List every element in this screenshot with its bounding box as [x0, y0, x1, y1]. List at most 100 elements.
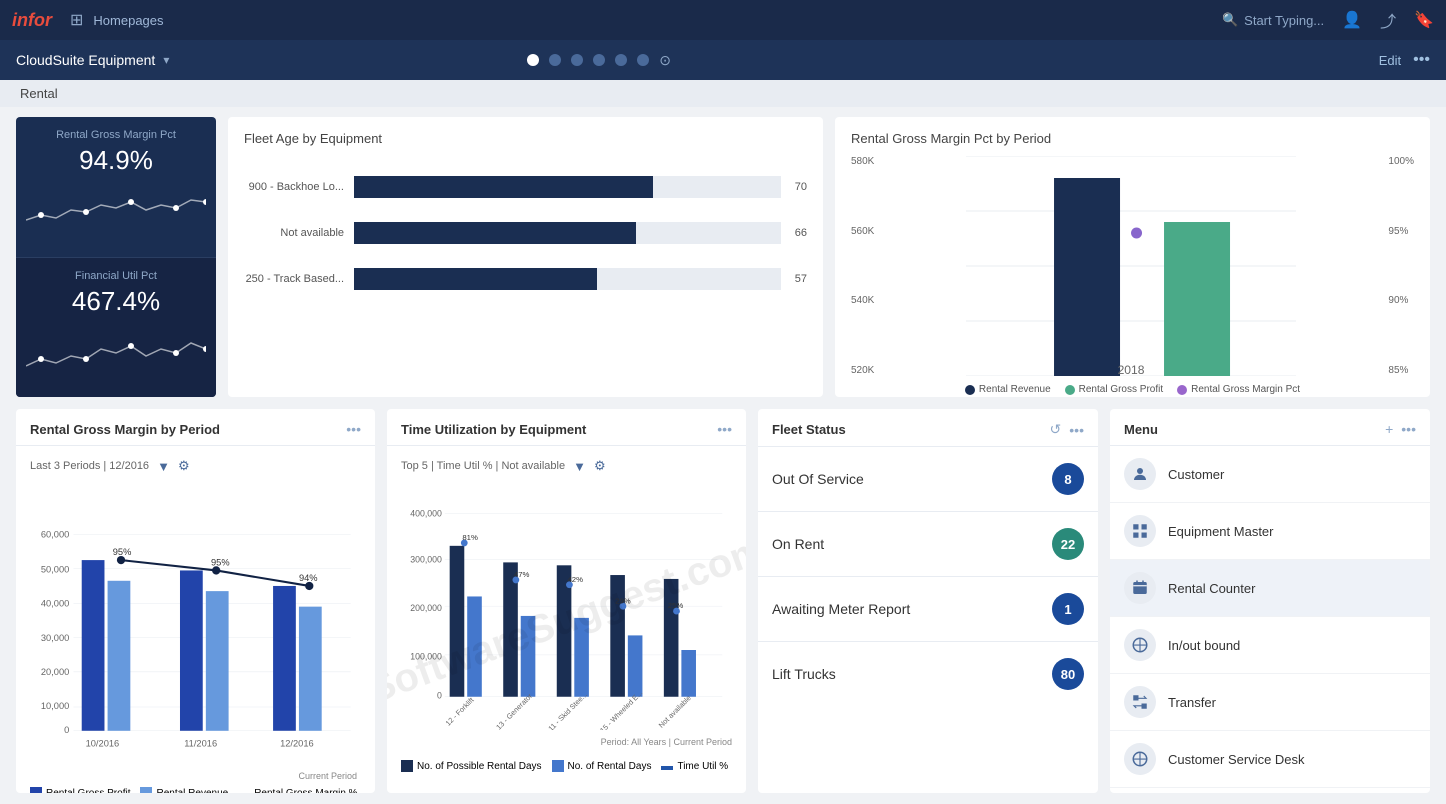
page-dot-4[interactable]	[593, 54, 605, 66]
fleet-status-label-0: Out Of Service	[772, 471, 1052, 487]
section-label: Rental	[0, 80, 1446, 107]
filter-icon[interactable]: ▼	[157, 459, 170, 474]
rgmbp-filter-bar: Last 3 Periods | 12/2016 ▼ ⚙	[30, 454, 361, 482]
svg-text:10,000: 10,000	[41, 701, 69, 711]
bar-inner-1	[354, 222, 636, 244]
search-placeholder: Start Typing...	[1244, 13, 1324, 28]
fleet-age-widget: Fleet Age by Equipment 900 - Backhoe Lo.…	[228, 117, 823, 397]
rgmbp-legend-0: Rental Gross Profit	[30, 787, 130, 793]
legend-dot-2	[1177, 385, 1187, 395]
menu-list: Customer Equipment Master	[1110, 446, 1430, 793]
search-area[interactable]: 🔍 Start Typing...	[1222, 12, 1324, 28]
bar-value-2: 57	[795, 273, 807, 285]
fleet-age-title: Fleet Age by Equipment	[244, 131, 807, 146]
svg-text:200,000: 200,000	[410, 603, 442, 613]
menu-item-label-customer-service-desk: Customer Service Desk	[1168, 752, 1305, 767]
tub-legend-dot-2	[661, 766, 673, 770]
fleet-status-badge-2: 1	[1052, 593, 1084, 625]
fleet-status-list: Out Of Service 8 On Rent 22 Awaiting Met…	[758, 447, 1098, 706]
menu-item-inout-bound[interactable]: In/out bound	[1110, 617, 1430, 674]
legend-item-1: Rental Gross Profit	[1065, 384, 1163, 395]
bar-inner-2	[354, 268, 597, 290]
menu-item-customer[interactable]: Customer	[1110, 446, 1430, 503]
user-icon[interactable]: 👤	[1342, 10, 1362, 30]
fleet-status-item-2[interactable]: Awaiting Meter Report 1	[758, 577, 1098, 642]
rgmbp-chart-container: 60,000 50,000 40,000 30,000 20,000 10,00…	[30, 482, 361, 783]
legend-item-2: Rental Gross Margin Pct	[1177, 384, 1300, 395]
rgm-chart-area: 580K 560K 540K 520K	[851, 156, 1414, 376]
menu-item-equipment-master[interactable]: Equipment Master	[1110, 503, 1430, 560]
rgmbp-legend-dot-0	[30, 787, 42, 793]
menu-add-button[interactable]: +	[1385, 421, 1393, 437]
svg-text:47%: 47%	[514, 570, 530, 579]
svg-text:2018: 2018	[1118, 363, 1145, 376]
settings-icon[interactable]: ⚙	[178, 458, 190, 474]
menu-item-transfer[interactable]: Transfer	[1110, 674, 1430, 731]
rgm-y-left: 580K 560K 540K 520K	[851, 156, 880, 376]
rgmbp-legend-dot-1	[140, 787, 152, 793]
bar-row-1: Not available 66	[244, 222, 807, 244]
menu-actions: + •••	[1385, 421, 1416, 437]
rgmbp-filter-text: Last 3 Periods | 12/2016	[30, 460, 149, 472]
tub-chart-container: SoftwareSuggest.com 400,000 300,000 200,…	[401, 482, 732, 758]
bar-inner-0	[354, 176, 653, 198]
page-dot-1[interactable]	[527, 54, 539, 66]
tub-filter-icon[interactable]: ▼	[573, 459, 586, 474]
rgmbp-header: Rental Gross Margin by Period •••	[16, 409, 375, 446]
fleet-status-item-1[interactable]: On Rent 22	[758, 512, 1098, 577]
page-dot-2[interactable]	[549, 54, 561, 66]
transfer-icon	[1124, 686, 1156, 718]
menu-title: Menu	[1124, 422, 1385, 437]
svg-text:400,000: 400,000	[410, 509, 442, 519]
rgmbp-more-button[interactable]: •••	[346, 421, 361, 437]
fleet-status-item-3[interactable]: Lift Trucks 80	[758, 642, 1098, 706]
legend-label-2: Rental Gross Margin Pct	[1191, 384, 1300, 395]
tub-legend-dot-0	[401, 760, 413, 772]
svg-text:50,000: 50,000	[41, 565, 69, 575]
svg-text:60,000: 60,000	[41, 529, 69, 539]
kpi1-label: Rental Gross Margin Pct	[56, 129, 176, 141]
menu-item-mco-quick-entry[interactable]: MCO Quick Entry	[1110, 788, 1430, 793]
tub-legend-label-2: Time Util %	[677, 761, 728, 772]
homepages-link[interactable]: Homepages	[93, 13, 163, 28]
bookmark-icon[interactable]: 🔖	[1414, 10, 1434, 30]
legend-label-1: Rental Gross Profit	[1079, 384, 1163, 395]
svg-text:95%: 95%	[113, 547, 132, 557]
menu-item-customer-service-desk[interactable]: Customer Service Desk	[1110, 731, 1430, 788]
kpi-widget: Rental Gross Margin Pct 94.9% Financial …	[16, 117, 216, 397]
fleet-status-badge-3: 80	[1052, 658, 1084, 690]
rgmbp-card: Rental Gross Margin by Period ••• Last 3…	[16, 409, 375, 793]
bar-outer-0	[354, 176, 781, 198]
menu-item-rental-counter[interactable]: Rental Counter	[1110, 560, 1430, 617]
fleet-status-more-button[interactable]: •••	[1069, 422, 1084, 438]
edit-button[interactable]: Edit	[1379, 53, 1401, 68]
tub-settings-icon[interactable]: ⚙	[594, 458, 606, 474]
page-dot-3[interactable]	[571, 54, 583, 66]
fleet-refresh-icon[interactable]: ↺	[1050, 421, 1062, 438]
menu-more-button[interactable]: •••	[1401, 421, 1416, 437]
page-dot-5[interactable]	[615, 54, 627, 66]
grid-icon[interactable]: ⊞	[70, 10, 83, 30]
legend-dot-1	[1065, 385, 1075, 395]
svg-text:30,000: 30,000	[41, 633, 69, 643]
fleet-status-item-0[interactable]: Out Of Service 8	[758, 447, 1098, 512]
tub-filter-bar: Top 5 | Time Util % | Not available ▼ ⚙	[401, 454, 732, 482]
tub-more-button[interactable]: •••	[717, 421, 732, 437]
fleet-status-header: Fleet Status ↺ •••	[758, 409, 1098, 447]
tub-header: Time Utilization by Equipment •••	[387, 409, 746, 446]
bar-value-0: 70	[795, 181, 807, 193]
kpi1-value: 94.9%	[79, 145, 153, 176]
sub-navbar: CloudSuite Equipment ▾ ⊙ Edit •••	[0, 40, 1446, 80]
svg-text:95%: 95%	[211, 557, 230, 567]
subnav-more-button[interactable]: •••	[1413, 51, 1430, 69]
menu-item-label-equipment-master: Equipment Master	[1168, 524, 1274, 539]
infor-logo: infor	[12, 10, 52, 31]
title-dropdown-arrow[interactable]: ▾	[163, 53, 169, 67]
page-dot-6[interactable]	[637, 54, 649, 66]
navbar-right: 🔍 Start Typing... 👤 ⤴ 🔖	[1222, 8, 1434, 32]
legend-label-0: Rental Revenue	[979, 384, 1051, 395]
share-icon[interactable]: ⤴	[1380, 8, 1396, 32]
next-page-arrow[interactable]: ⊙	[659, 52, 671, 69]
rgmbp-actions: •••	[346, 421, 361, 437]
svg-text:300,000: 300,000	[410, 554, 442, 564]
